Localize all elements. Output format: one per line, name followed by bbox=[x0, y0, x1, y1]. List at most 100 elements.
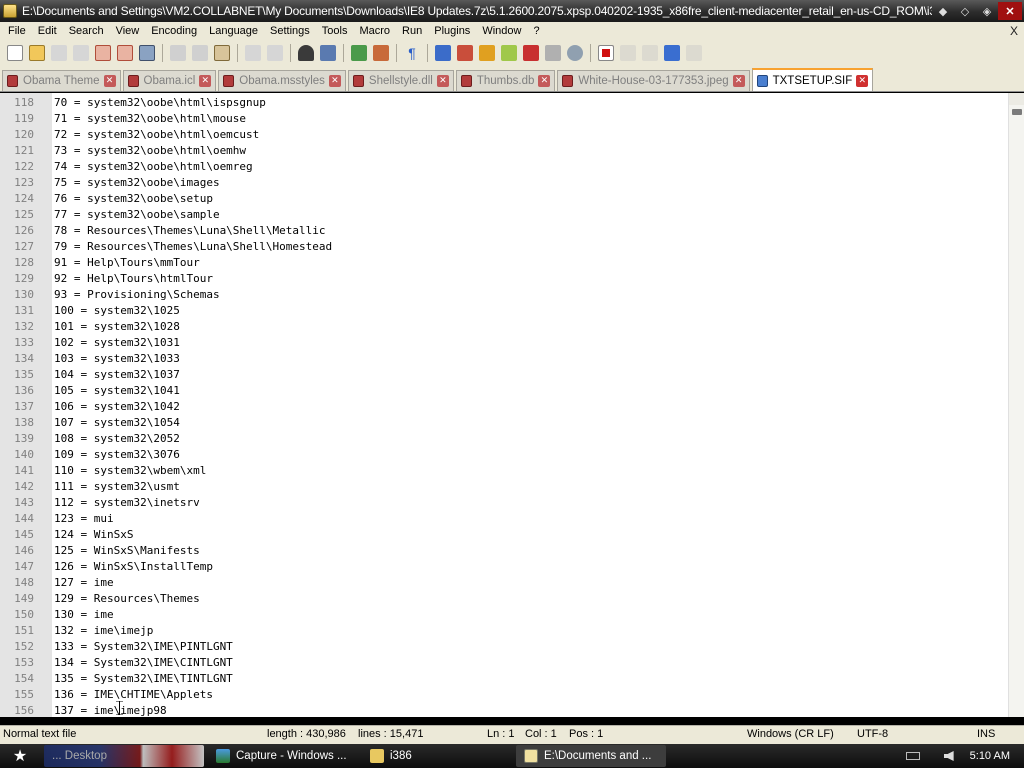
wrap-icon[interactable] bbox=[457, 45, 473, 61]
start-button[interactable]: ★ bbox=[0, 744, 40, 768]
menu-file[interactable]: File bbox=[2, 25, 32, 37]
editor-line[interactable]: 139 108 = system32\2052 bbox=[0, 430, 1008, 446]
vertical-scrollbar[interactable] bbox=[1008, 93, 1024, 717]
menu-plugins[interactable]: Plugins bbox=[428, 25, 476, 37]
open-icon[interactable] bbox=[29, 45, 45, 61]
view-icon[interactable] bbox=[567, 45, 583, 61]
record-macro-icon[interactable] bbox=[598, 45, 614, 61]
cut-icon[interactable] bbox=[170, 45, 186, 61]
menu-edit[interactable]: Edit bbox=[32, 25, 63, 37]
menu-encoding[interactable]: Encoding bbox=[145, 25, 203, 37]
copy-icon[interactable] bbox=[192, 45, 208, 61]
editor-line[interactable]: 149 129 = Resources\Themes bbox=[0, 590, 1008, 606]
redo-icon[interactable] bbox=[267, 45, 283, 61]
undo-icon[interactable] bbox=[245, 45, 261, 61]
editor-line[interactable]: 143 112 = system32\inetsrv bbox=[0, 494, 1008, 510]
indent-guide-icon[interactable] bbox=[435, 45, 451, 61]
tab-close-icon[interactable]: ✕ bbox=[538, 75, 551, 87]
scroll-up-arrow[interactable] bbox=[1009, 93, 1024, 105]
tab-obama-msstyles[interactable]: Obama.msstyles ✕ bbox=[218, 70, 346, 91]
tab-txtsetup-sif[interactable]: TXTSETUP.SIF ✕ bbox=[751, 68, 874, 91]
editor-line[interactable]: 151 132 = ime\imejp bbox=[0, 622, 1008, 638]
editor-line[interactable]: 129 92 = Help\Tours\htmlTour bbox=[0, 270, 1008, 286]
editor-line[interactable]: 121 73 = system32\oobe\html\oemhw bbox=[0, 142, 1008, 158]
editor-line[interactable]: 148 127 = ime bbox=[0, 574, 1008, 590]
menu-macro[interactable]: Macro bbox=[353, 25, 396, 37]
editor-line[interactable]: 152 133 = System32\IME\PINTLGNT bbox=[0, 638, 1008, 654]
menu-help[interactable]: ? bbox=[527, 25, 545, 37]
menu-tools[interactable]: Tools bbox=[316, 25, 354, 37]
tab-close-icon[interactable]: ✕ bbox=[199, 75, 212, 87]
tab-close-icon[interactable]: ✕ bbox=[436, 75, 449, 87]
editor-line[interactable]: 127 79 = Resources\Themes\Luna\Shell\Home… bbox=[0, 238, 1008, 254]
editor-line[interactable]: 131 100 = system32\1025 bbox=[0, 302, 1008, 318]
word-wrap-icon[interactable] bbox=[479, 45, 495, 61]
print-icon[interactable] bbox=[139, 45, 155, 61]
zoom-in-icon[interactable] bbox=[351, 45, 367, 61]
editor-line[interactable]: 120 72 = system32\oobe\html\oemcust bbox=[0, 126, 1008, 142]
editor-line[interactable]: 140 109 = system32\3076 bbox=[0, 446, 1008, 462]
playback-macro-icon[interactable] bbox=[642, 45, 658, 61]
editor-line[interactable]: 154 135 = System32\IME\TINTLGNT bbox=[0, 670, 1008, 686]
editor-line[interactable]: 128 91 = Help\Tours\mmTour bbox=[0, 254, 1008, 270]
editor-line[interactable]: 145 124 = WinSxS bbox=[0, 526, 1008, 542]
find-icon[interactable] bbox=[298, 45, 314, 61]
editor-line[interactable]: 135 104 = system32\1037 bbox=[0, 366, 1008, 382]
show-all-chars-icon[interactable]: ¶ bbox=[404, 45, 420, 61]
close-document-button[interactable]: X bbox=[1010, 24, 1024, 38]
menu-settings[interactable]: Settings bbox=[264, 25, 316, 37]
editor-line[interactable]: 142 111 = system32\usmt bbox=[0, 478, 1008, 494]
editor-line[interactable]: 156 137 = ime\imejp98 bbox=[0, 702, 1008, 717]
menu-run[interactable]: Run bbox=[396, 25, 428, 37]
taskbar-item-i386[interactable]: i386 bbox=[362, 745, 512, 767]
monitor-icon[interactable] bbox=[545, 45, 561, 61]
taskbar-item-capture[interactable]: Capture - Windows ... bbox=[208, 745, 358, 767]
close-all-icon[interactable] bbox=[117, 45, 133, 61]
maximize-button[interactable]: ◈ bbox=[976, 2, 998, 20]
tab-close-icon[interactable]: ✕ bbox=[103, 75, 116, 87]
volume-icon[interactable] bbox=[943, 751, 954, 761]
editor-line[interactable]: 137 106 = system32\1042 bbox=[0, 398, 1008, 414]
tab-shellstyle-dll[interactable]: Shellstyle.dll ✕ bbox=[347, 70, 454, 91]
close-icon[interactable] bbox=[95, 45, 111, 61]
editor-line[interactable]: 134 103 = system32\1033 bbox=[0, 350, 1008, 366]
tab-close-icon[interactable]: ✕ bbox=[732, 75, 745, 87]
editor-line[interactable]: 155 136 = IME\CHTIME\Applets bbox=[0, 686, 1008, 702]
editor-line[interactable]: 136 105 = system32\1041 bbox=[0, 382, 1008, 398]
paste-icon[interactable] bbox=[214, 45, 230, 61]
editor-line[interactable]: 153 134 = System32\IME\CINTLGNT bbox=[0, 654, 1008, 670]
menu-view[interactable]: View bbox=[110, 25, 146, 37]
editor-line[interactable]: 123 75 = system32\oobe\images bbox=[0, 174, 1008, 190]
text-editor[interactable]: 118 70 = system32\oobe\html\ispsgnup 119 71… bbox=[0, 93, 1024, 717]
status-eol[interactable]: Windows (CR LF) bbox=[747, 728, 834, 740]
editor-line[interactable]: 144 123 = mui bbox=[0, 510, 1008, 526]
close-window-button[interactable]: ✕ bbox=[998, 2, 1022, 20]
editor-line[interactable]: 125 77 = system32\oobe\sample bbox=[0, 206, 1008, 222]
save-macro-icon[interactable] bbox=[686, 45, 702, 61]
taskbar-item-notepad[interactable]: E:\Documents and ... bbox=[516, 745, 666, 767]
scrollbar-thumb[interactable] bbox=[1012, 109, 1022, 115]
clock[interactable]: 5:10 AM bbox=[970, 750, 1010, 762]
doc-map-icon[interactable] bbox=[501, 45, 517, 61]
tab-close-icon[interactable]: ✕ bbox=[856, 74, 869, 87]
tab-obama-theme[interactable]: Obama Theme ✕ bbox=[2, 70, 121, 91]
editor-line[interactable]: 122 74 = system32\oobe\html\oemreg bbox=[0, 158, 1008, 174]
editor-line[interactable]: 146 125 = WinSxS\Manifests bbox=[0, 542, 1008, 558]
menu-language[interactable]: Language bbox=[203, 25, 264, 37]
run-macro-multiple-icon[interactable] bbox=[664, 45, 680, 61]
menu-search[interactable]: Search bbox=[63, 25, 110, 37]
stop-macro-icon[interactable] bbox=[620, 45, 636, 61]
keyboard-icon[interactable] bbox=[905, 752, 920, 760]
zoom-out-icon[interactable] bbox=[373, 45, 389, 61]
save-all-icon[interactable] bbox=[73, 45, 89, 61]
pin-icon[interactable]: ◆ bbox=[932, 2, 954, 20]
status-encoding[interactable]: UTF-8 bbox=[857, 728, 888, 740]
taskbar-item-desktop[interactable]: ... Desktop bbox=[44, 745, 204, 767]
editor-line[interactable]: 130 93 = Provisioning\Schemas bbox=[0, 286, 1008, 302]
editor-line[interactable]: 147 126 = WinSxS\InstallTemp bbox=[0, 558, 1008, 574]
status-insert-mode[interactable]: INS bbox=[977, 728, 995, 740]
tab-obama-icl[interactable]: Obama.icl ✕ bbox=[122, 70, 217, 91]
editor-line[interactable]: 126 78 = Resources\Themes\Luna\Shell\Meta… bbox=[0, 222, 1008, 238]
tab-thumbs-db[interactable]: Thumbs.db ✕ bbox=[455, 70, 556, 91]
tab-white-house-jpeg[interactable]: White-House-03-177353.jpeg ✕ bbox=[557, 70, 750, 91]
